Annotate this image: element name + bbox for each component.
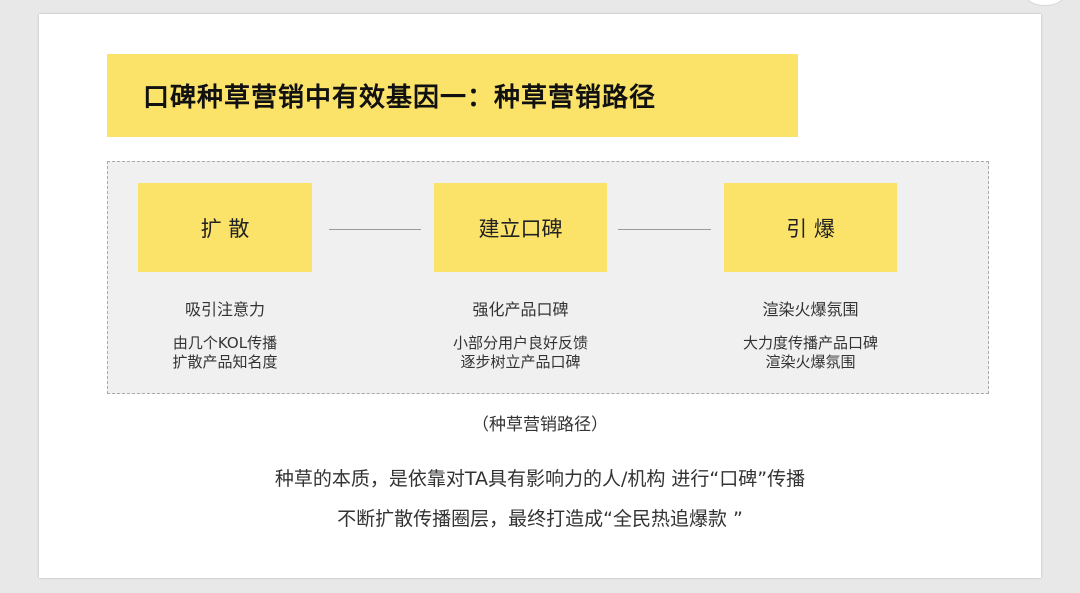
step-explode-description: 大力度传播产品口碑 渲染火爆氛围 — [714, 334, 907, 372]
description-line: 逐步树立产品口碑 — [460, 353, 581, 371]
step-spread-subtitle: 吸引注意力 — [184, 300, 265, 319]
slide-title: 口碑种草营销中有效基因一：种草营销路径 — [143, 83, 657, 113]
description-line: 由几个KOL传播 — [172, 334, 278, 352]
step-reputation-subtitle: 强化产品口碑 — [472, 300, 569, 319]
title-banner: 口碑种草营销中有效基因一：种草营销路径 — [107, 54, 798, 137]
connector-line-2 — [618, 229, 711, 230]
slide: 口碑种草营销中有效基因一：种草营销路径 扩 散 建立口碑 引 爆 吸引注意力 强… — [39, 14, 1041, 578]
summary-line-2: 不断扩散传播圈层，最终打造成“全民热追爆款 ” — [337, 508, 743, 530]
window-corner-control — [1026, 0, 1064, 6]
step-reputation-description: 小部分用户良好反馈 逐步树立产品口碑 — [424, 334, 617, 372]
step-reputation-box: 建立口碑 — [434, 183, 607, 272]
process-flow-panel: 扩 散 建立口碑 引 爆 吸引注意力 强化产品口碑 渲染火爆氛围 由几个KOL传… — [107, 161, 989, 394]
summary-line-1: 种草的本质，是依靠对TA具有影响力的人/机构 进行“口碑”传播 — [274, 468, 806, 490]
description-line: 扩散产品知名度 — [172, 353, 278, 371]
step-explode-box: 引 爆 — [724, 183, 897, 272]
description-line: 渲染火爆氛围 — [765, 353, 856, 371]
diagram-caption: （种草营销路径） — [472, 415, 608, 435]
step-explode-subtitle: 渲染火爆氛围 — [762, 300, 859, 319]
description-line: 小部分用户良好反馈 — [452, 334, 588, 352]
connector-line-1 — [329, 229, 421, 230]
step-spread-box: 扩 散 — [138, 183, 312, 272]
description-line: 大力度传播产品口碑 — [742, 334, 878, 352]
step-spread-description: 由几个KOL传播 扩散产品知名度 — [138, 334, 312, 372]
